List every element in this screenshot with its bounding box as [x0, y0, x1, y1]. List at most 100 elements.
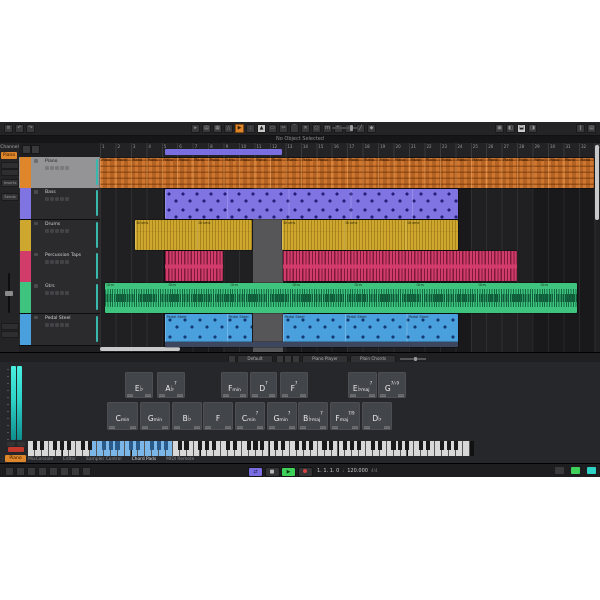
black-key[interactable]: [226, 441, 230, 450]
setup-window-layout-icon[interactable]: ▣: [495, 124, 504, 133]
undo-icon[interactable]: ↶: [15, 124, 24, 133]
transport-left-icon[interactable]: [82, 467, 91, 476]
black-key[interactable]: [212, 441, 216, 450]
black-key[interactable]: [343, 441, 347, 450]
signature-display[interactable]: 4/4: [371, 467, 378, 475]
mute-icon[interactable]: [45, 229, 49, 233]
black-key[interactable]: [136, 441, 140, 450]
track-header-percussion-taps[interactable]: Percussion Taps: [19, 251, 100, 283]
black-key[interactable]: [253, 441, 257, 450]
zoom-tool-icon[interactable]: ○: [312, 124, 321, 133]
solo-icon[interactable]: [50, 323, 54, 327]
edit-icon[interactable]: [60, 291, 64, 295]
arrangement-area[interactable]: PianoPianoPianoPianoPianoPianoPianoPiano…: [100, 157, 600, 352]
clip-drums[interactable]: DrumsDrums: [135, 220, 252, 250]
window-menu-icon[interactable]: ≡: [4, 124, 13, 133]
clip-pedal-steel[interactable]: Pedal SteelPedal SteelPedal Steel: [283, 314, 458, 344]
chord-pad-Cmin7[interactable]: Cmin7: [235, 402, 265, 430]
vertical-scrollbar[interactable]: [595, 145, 599, 220]
chord-pad-G79[interactable]: G7/♭9: [378, 372, 406, 398]
freeze-icon[interactable]: [65, 260, 69, 264]
monitor-icon[interactable]: [55, 166, 59, 170]
chord-pad-Gmin7[interactable]: Gmin7: [267, 402, 297, 430]
transport-left-icon[interactable]: [38, 467, 47, 476]
right-zone-icon[interactable]: ◨: [528, 124, 537, 133]
solo-icon[interactable]: [50, 260, 54, 264]
mixconsole-icon[interactable]: ‖: [576, 124, 585, 133]
black-key[interactable]: [205, 441, 209, 450]
mute-icon[interactable]: [45, 166, 49, 170]
monitor-icon[interactable]: [55, 197, 59, 201]
black-key[interactable]: [357, 441, 361, 450]
monitor-icon[interactable]: [55, 229, 59, 233]
transport-left-icon[interactable]: [5, 467, 14, 476]
chord-pad-Bmaj7[interactable]: B♭maj7: [298, 402, 328, 430]
black-key[interactable]: [454, 441, 458, 450]
cycle-region[interactable]: [165, 149, 282, 155]
track-header-drums[interactable]: Drums: [19, 220, 100, 252]
erase-tool-icon[interactable]: ✕: [301, 124, 310, 133]
black-key[interactable]: [67, 441, 71, 450]
black-key[interactable]: [391, 441, 395, 450]
clip-event[interactable]: [165, 189, 458, 219]
black-key[interactable]: [164, 441, 168, 450]
metronome-icon[interactable]: △: [224, 124, 233, 133]
inspector-field[interactable]: [1, 162, 19, 169]
clip-event[interactable]: [165, 342, 458, 347]
black-key[interactable]: [53, 441, 57, 450]
add-track-icon[interactable]: [31, 145, 40, 154]
black-key[interactable]: [81, 441, 85, 450]
black-key[interactable]: [274, 441, 278, 450]
transport-left-icon[interactable]: [60, 467, 69, 476]
black-key[interactable]: [447, 441, 451, 450]
chord-pad-B[interactable]: B♭: [172, 402, 202, 430]
mute-icon[interactable]: [45, 260, 49, 264]
activate-project-icon[interactable]: ▸: [191, 124, 200, 133]
track-header-piano[interactable]: Piano: [19, 157, 100, 189]
edit-icon[interactable]: [60, 166, 64, 170]
inspector-inserts-button[interactable]: Inserts: [1, 179, 19, 187]
black-key[interactable]: [233, 441, 237, 450]
black-key[interactable]: [184, 441, 188, 450]
play-button[interactable]: ▶: [281, 467, 296, 477]
tab-editor[interactable]: Editor: [63, 457, 76, 462]
autoscroll-icon[interactable]: ▶: [235, 124, 244, 133]
monitor-icon[interactable]: [55, 260, 59, 264]
black-key[interactable]: [247, 441, 251, 450]
transport-left-icon[interactable]: [49, 467, 58, 476]
black-key[interactable]: [302, 441, 306, 450]
color-tool-icon[interactable]: ◆: [367, 124, 376, 133]
record-icon[interactable]: [34, 284, 38, 288]
black-key[interactable]: [371, 441, 375, 450]
chord-pad-E[interactable]: E♭: [125, 372, 153, 398]
black-key[interactable]: [322, 441, 326, 450]
black-key[interactable]: [260, 441, 264, 450]
chord-pad-Gmin[interactable]: Gmin: [140, 402, 170, 430]
chord-pad-F[interactable]: F: [203, 402, 233, 430]
transport-left-icon[interactable]: [71, 467, 80, 476]
horizontal-scrollbar[interactable]: [100, 347, 180, 351]
chord-pad-F7[interactable]: F7: [280, 372, 308, 398]
track-header-gtrs[interactable]: Gtrs: [19, 282, 100, 314]
freeze-icon[interactable]: [65, 323, 69, 327]
freeze-icon[interactable]: [65, 291, 69, 295]
clip-event[interactable]: [165, 251, 223, 281]
tab-sampler-control[interactable]: Sampler Control: [86, 457, 122, 462]
transport-left-icon[interactable]: [27, 467, 36, 476]
grid-icon[interactable]: ▦: [213, 124, 222, 133]
black-key[interactable]: [419, 441, 423, 450]
tempo-display[interactable]: 120.000: [347, 467, 368, 475]
black-key[interactable]: [109, 441, 113, 450]
track-header-pedal-steel[interactable]: Pedal Steel: [19, 314, 100, 346]
inspector-track-chip[interactable]: Piano: [1, 152, 17, 159]
chord-pad-A7[interactable]: A♭7: [157, 372, 185, 398]
black-key[interactable]: [88, 441, 92, 450]
stop-button[interactable]: ■: [265, 467, 280, 477]
black-key[interactable]: [150, 441, 154, 450]
clip-piano[interactable]: PianoPianoPianoPianoPianoPianoPianoPiano…: [100, 158, 594, 188]
black-key[interactable]: [102, 441, 106, 450]
edit-icon[interactable]: [60, 229, 64, 233]
cycle-button[interactable]: ⇄: [248, 467, 263, 477]
record-icon[interactable]: [34, 253, 38, 257]
toolbar-slider[interactable]: [332, 127, 358, 129]
